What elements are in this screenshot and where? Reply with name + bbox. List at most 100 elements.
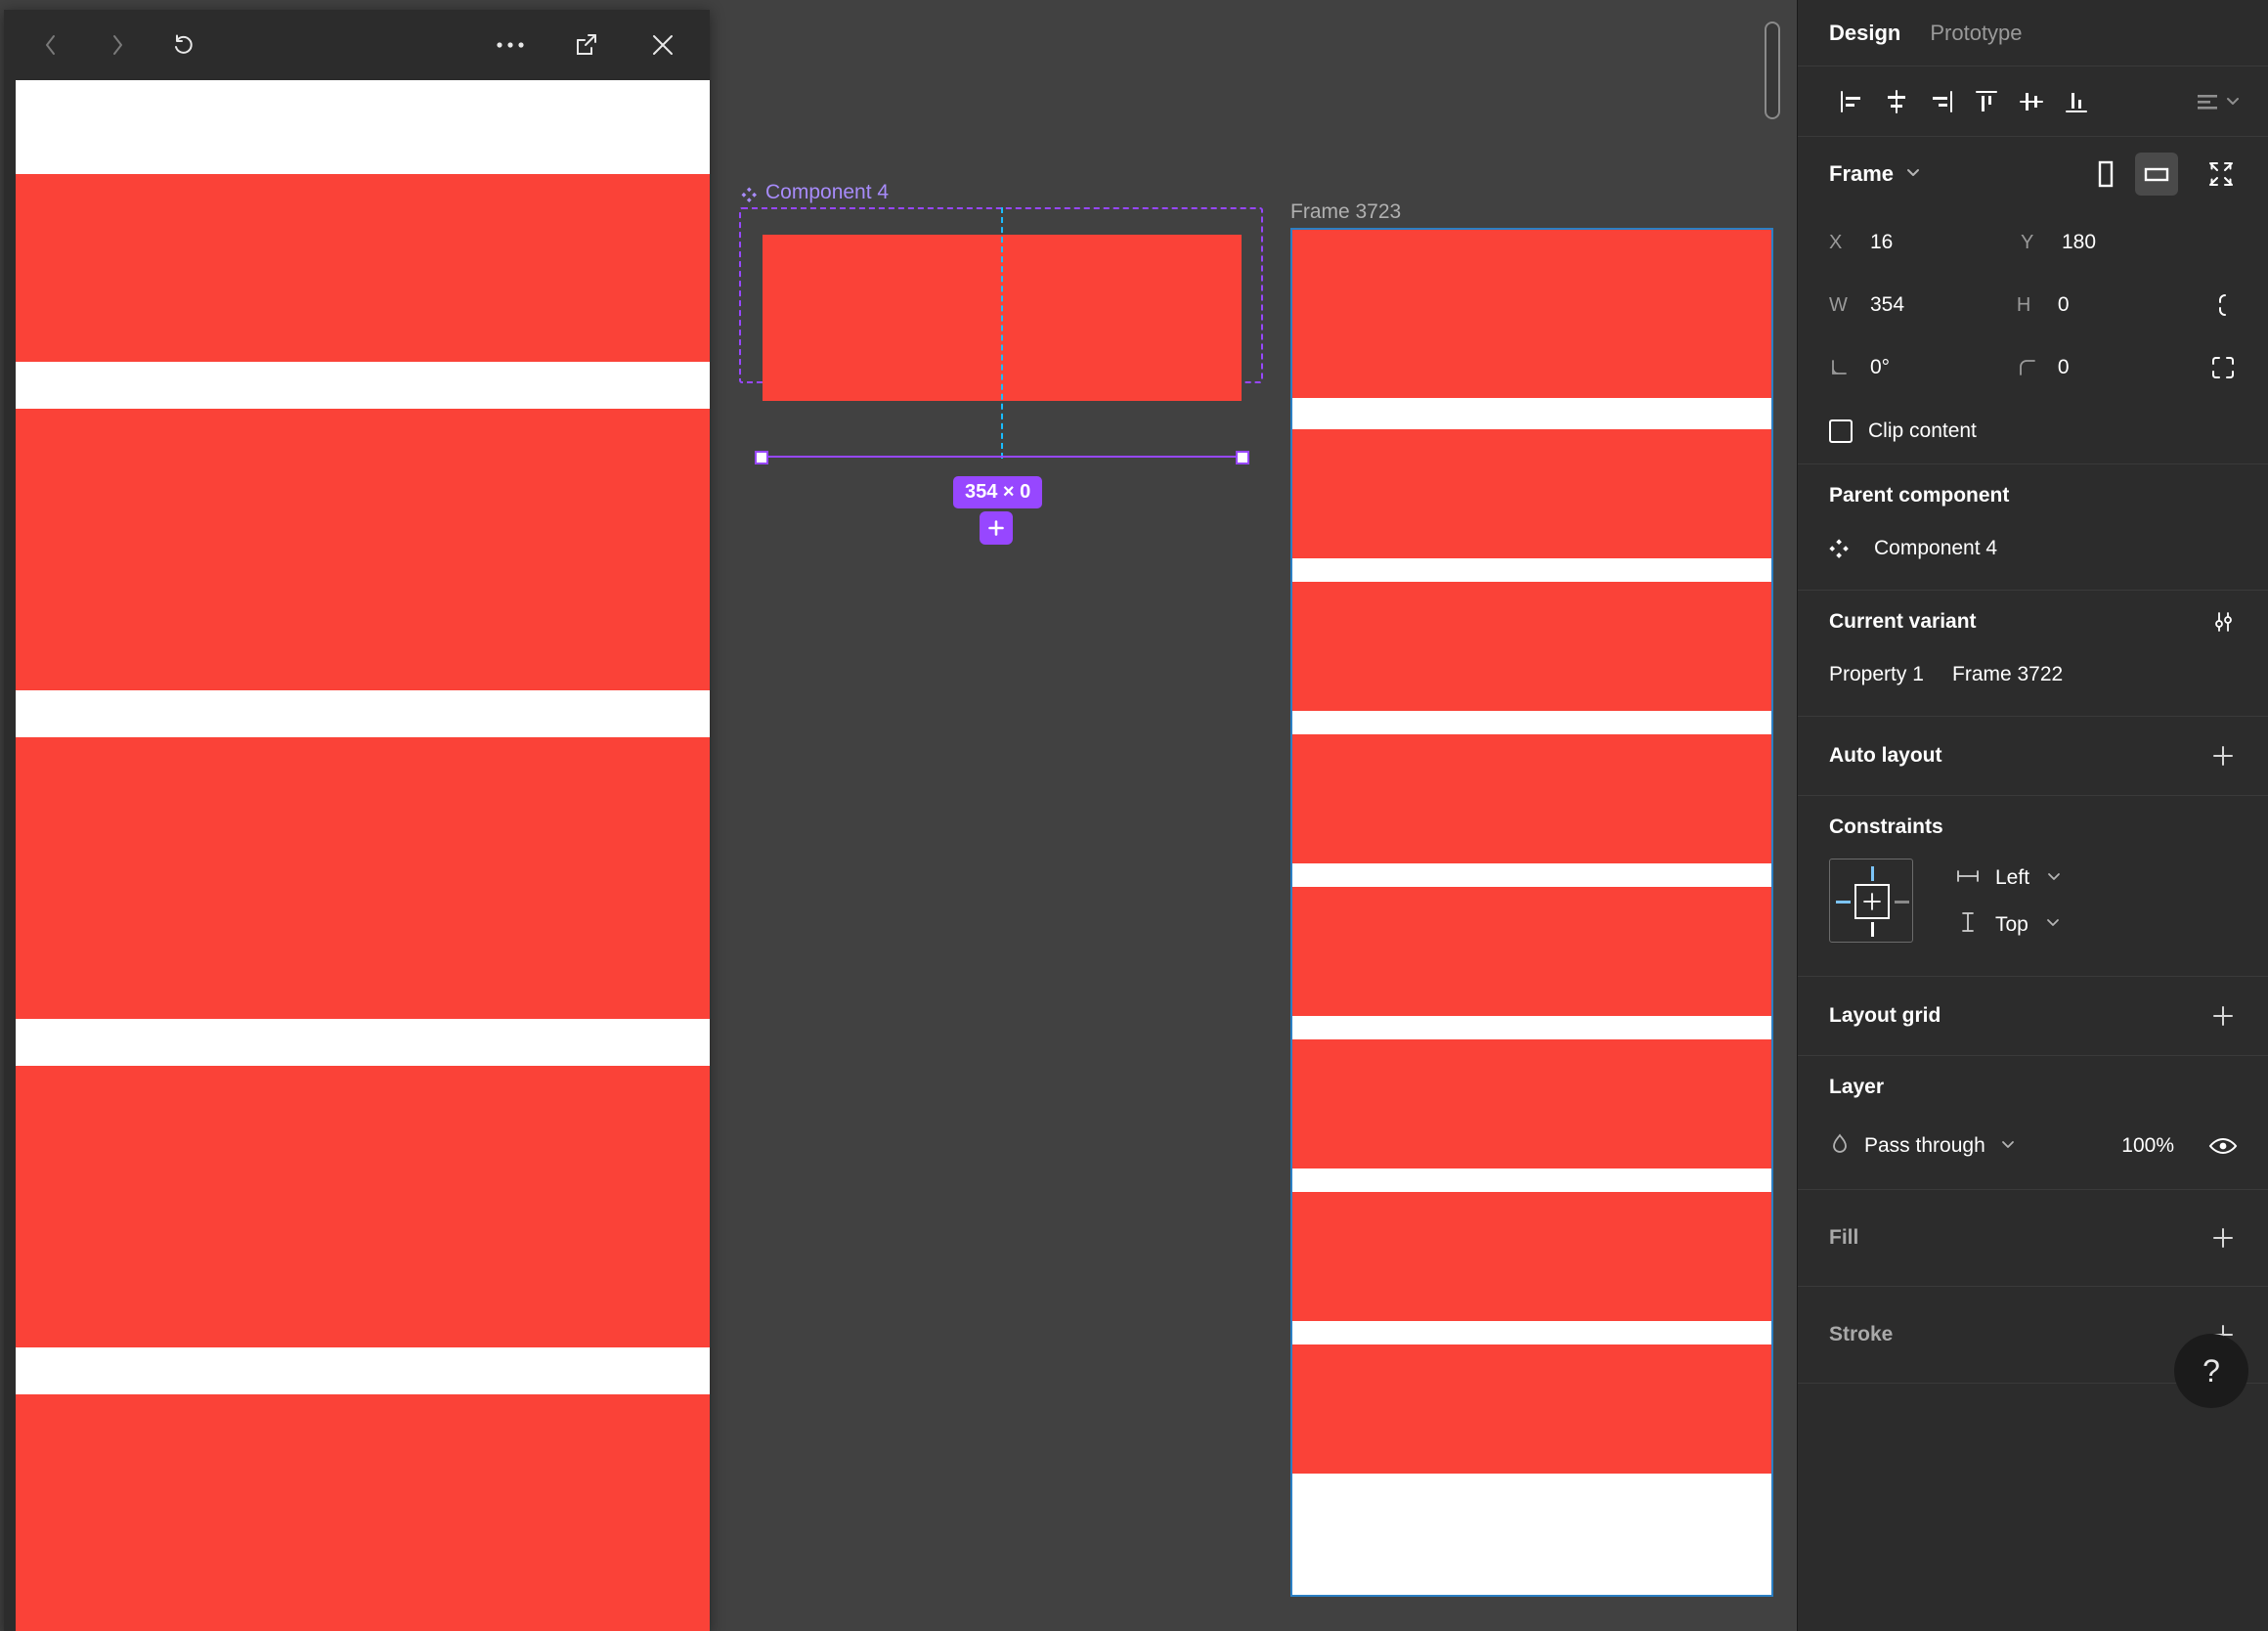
- frame-stripe: [1292, 887, 1771, 1016]
- frame-3723[interactable]: [1290, 228, 1773, 1597]
- frame-stripe: [1292, 1192, 1771, 1321]
- help-icon[interactable]: ?: [2174, 1334, 2248, 1408]
- current-variant-section: Current variant Property 1 Frame 3722: [1798, 591, 2268, 717]
- design-properties-panel: Design Prototype Frame X 16 Y 180 W 354 …: [1797, 0, 2268, 1631]
- align-top-icon[interactable]: [1964, 79, 2009, 124]
- blend-mode-dropdown[interactable]: Pass through: [1829, 1132, 2017, 1161]
- rotation-field[interactable]: 0°: [1829, 356, 2017, 379]
- figma-editor-window: Component 4 354 × 0 Frame 3723 Design Pr…: [0, 0, 2268, 1631]
- current-variant-title: Current variant: [1829, 610, 1977, 633]
- panel-tabs: Design Prototype: [1798, 0, 2268, 66]
- corner-radius-field[interactable]: 0: [2017, 356, 2204, 379]
- layer-title: Layer: [1829, 1076, 1885, 1098]
- rotation-value[interactable]: 0°: [1870, 356, 1890, 379]
- x-value[interactable]: 16: [1870, 231, 1893, 254]
- w-value[interactable]: 354: [1870, 293, 1904, 317]
- y-position-field[interactable]: Y 180: [2021, 231, 2212, 254]
- eye-icon[interactable]: [2203, 1126, 2243, 1166]
- constraint-marker-left[interactable]: [1836, 901, 1851, 904]
- x-position-field[interactable]: X 16: [1829, 231, 2021, 254]
- clip-content-row[interactable]: Clip content: [1829, 399, 2243, 463]
- h-value[interactable]: 0: [2058, 293, 2070, 317]
- width-field[interactable]: W 354: [1829, 293, 2017, 317]
- preview-stripe: [16, 737, 710, 1019]
- plus-icon[interactable]: [2203, 996, 2243, 1036]
- chevron-left-icon[interactable]: [31, 25, 70, 65]
- height-field[interactable]: H 0: [2017, 293, 2204, 317]
- align-vertical-centers-icon[interactable]: [2009, 79, 2054, 124]
- plus-icon[interactable]: [2203, 1218, 2243, 1257]
- add-auto-layout-button[interactable]: [980, 511, 1013, 545]
- corner-radius-value[interactable]: 0: [2058, 356, 2070, 379]
- chevron-down-icon: [1999, 1135, 2017, 1158]
- canvas-vertical-scrollbar[interactable]: [1765, 22, 1780, 119]
- frame-section-title: Frame: [1829, 161, 1895, 186]
- tab-prototype[interactable]: Prototype: [1930, 21, 2022, 46]
- horizontal-constraint-dropdown[interactable]: Left: [1956, 866, 2063, 890]
- chevron-down-icon[interactable]: [1903, 162, 1923, 187]
- parent-component-title: Parent component: [1829, 484, 2010, 507]
- variant-property-key: Property 1: [1829, 663, 1924, 685]
- variant-properties-icon[interactable]: [2203, 602, 2243, 641]
- frame-node-label[interactable]: Frame 3723: [1290, 200, 1401, 224]
- restart-icon[interactable]: [164, 25, 203, 65]
- resize-handle-right[interactable]: [1236, 451, 1249, 464]
- resize-to-fit-icon[interactable]: [2200, 153, 2243, 196]
- align-left-icon[interactable]: [1829, 79, 1874, 124]
- frame-stripe: [1292, 398, 1771, 429]
- dimension-badge: 354 × 0: [953, 476, 1043, 508]
- landscape-icon[interactable]: [2135, 153, 2178, 196]
- auto-layout-title: Auto layout: [1829, 744, 1942, 767]
- frame-section: Frame X 16 Y 180 W 354 H 0 0° 0 Clip con…: [1798, 137, 2268, 464]
- portrait-icon[interactable]: [2084, 153, 2127, 196]
- frame-stripe: [1292, 1039, 1771, 1168]
- clip-content-checkbox[interactable]: [1829, 419, 1853, 443]
- more-options-icon[interactable]: [491, 25, 530, 65]
- selection-line[interactable]: [763, 456, 1243, 458]
- stroke-title: Stroke: [1829, 1323, 1894, 1345]
- resize-handle-left[interactable]: [755, 451, 768, 464]
- parent-component-section: Parent component Component 4: [1798, 464, 2268, 591]
- preview-stripe: [16, 1019, 710, 1066]
- preview-stripe: [16, 1394, 710, 1631]
- frame-stripe: [1292, 711, 1771, 734]
- constraint-marker-right[interactable]: [1895, 901, 1909, 904]
- stroke-section: Stroke ?: [1798, 1287, 2268, 1408]
- vertical-constraint-value: Top: [1995, 912, 2028, 936]
- align-bottom-icon[interactable]: [2054, 79, 2099, 124]
- parent-component-name[interactable]: Component 4: [1874, 537, 1997, 560]
- tab-design[interactable]: Design: [1829, 21, 1900, 46]
- preview-content[interactable]: [16, 80, 710, 1631]
- w-label: W: [1829, 293, 1848, 316]
- open-external-icon[interactable]: [567, 25, 606, 65]
- horizontal-constraint-icon: [1956, 867, 1980, 890]
- frame-stripe: [1292, 1321, 1771, 1344]
- close-icon[interactable]: [643, 25, 682, 65]
- y-value[interactable]: 180: [2062, 231, 2096, 254]
- blend-mode-icon: [1829, 1132, 1851, 1161]
- preview-stripe: [16, 690, 710, 737]
- aspect-ratio-unlocked-icon[interactable]: [2204, 286, 2243, 325]
- preview-window: [4, 10, 710, 1631]
- component-node-label[interactable]: Component 4: [741, 181, 889, 204]
- chevron-right-icon[interactable]: [98, 25, 137, 65]
- align-right-icon[interactable]: [1919, 79, 1964, 124]
- opacity-value[interactable]: 100%: [2121, 1134, 2174, 1158]
- distribute-more-icon[interactable]: [2196, 91, 2243, 112]
- vertical-constraint-dropdown[interactable]: Top: [1956, 911, 2063, 938]
- corner-radius-icon: [2017, 357, 2046, 378]
- align-horizontal-centers-icon[interactable]: [1874, 79, 1919, 124]
- chevron-down-icon: [2044, 913, 2062, 936]
- preview-stripe: [16, 1066, 710, 1347]
- constraints-widget[interactable]: [1829, 859, 1913, 943]
- component-label-text: Component 4: [765, 181, 890, 203]
- frame-stripe: [1292, 230, 1771, 398]
- independent-corners-icon[interactable]: [2204, 348, 2243, 387]
- constraint-marker-bottom[interactable]: [1871, 922, 1874, 937]
- layer-section: Layer Pass through 100%: [1798, 1056, 2268, 1190]
- h-label: H: [2016, 293, 2031, 316]
- constraint-marker-top[interactable]: [1871, 866, 1874, 881]
- variant-property-value[interactable]: Frame 3722: [1952, 663, 2063, 686]
- plus-icon[interactable]: [2203, 736, 2243, 775]
- auto-layout-section: Auto layout: [1798, 717, 2268, 796]
